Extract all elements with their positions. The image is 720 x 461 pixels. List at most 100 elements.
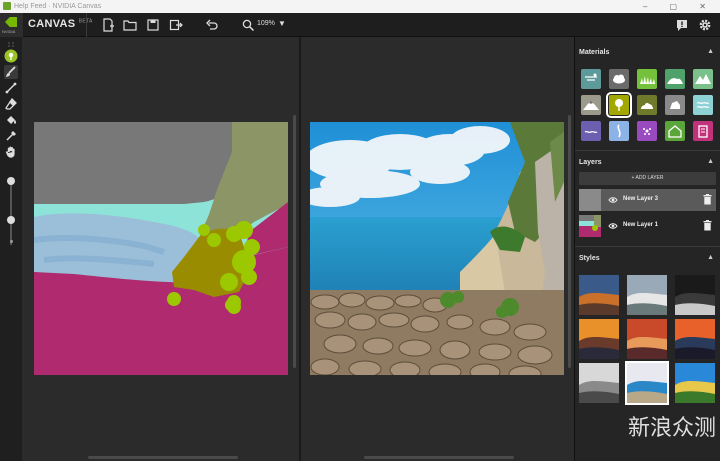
material-flower-button[interactable] (637, 121, 657, 141)
left-horizontal-scrollbar[interactable] (88, 456, 238, 459)
material-house-button[interactable] (665, 121, 685, 141)
layer-thumbnail (579, 215, 601, 237)
help-icon[interactable] (675, 18, 689, 32)
app-icon (3, 2, 11, 10)
style-thumbnail[interactable] (625, 361, 669, 405)
material-sky-button[interactable] (581, 69, 601, 89)
layers-collapse-icon[interactable]: ▲ (707, 158, 714, 165)
style-thumbnail[interactable] (675, 363, 715, 403)
new-file-icon[interactable] (101, 18, 115, 32)
export-icon[interactable] (169, 18, 183, 32)
tool-sidebar (0, 37, 22, 461)
app-name: CANVAS BETA (28, 18, 93, 30)
delete-layer-icon[interactable] (703, 220, 712, 231)
material-cloud-button[interactable] (609, 69, 629, 89)
brush-size-slider[interactable] (10, 179, 12, 245)
hand-pan-icon[interactable] (4, 145, 18, 159)
material-grass-button[interactable] (637, 69, 657, 89)
material-brush-icon[interactable] (4, 49, 18, 63)
generated-image (310, 122, 564, 375)
sky-icon (585, 73, 597, 81)
material-mountain-button[interactable] (693, 69, 713, 89)
materials-header: Materials (579, 49, 610, 56)
grip-icon (4, 38, 18, 47)
left-vertical-scrollbar[interactable] (293, 115, 296, 368)
materials-collapse-icon[interactable]: ▲ (707, 48, 714, 55)
brand-sub: NVIDIA (2, 29, 16, 34)
style-thumbnail[interactable] (675, 319, 715, 359)
flower-icon (643, 128, 651, 135)
open-folder-icon[interactable] (123, 18, 137, 32)
window-titlebar: Help Feed · NVIDIA Canvas – ▢ ✕ (0, 0, 720, 13)
style-thumbnail[interactable] (675, 275, 715, 315)
paintbrush-icon[interactable] (4, 65, 18, 79)
layer-item[interactable]: New Layer 1 (579, 215, 716, 237)
slider-min-dot (9, 240, 13, 243)
layer-item-active[interactable]: New Layer 3 (579, 189, 716, 211)
window-title: Help Feed · NVIDIA Canvas (14, 3, 102, 10)
material-bush-button[interactable] (637, 95, 657, 115)
sea-icon (584, 130, 598, 134)
visibility-eye-icon[interactable] (608, 221, 618, 231)
right-horizontal-scrollbar[interactable] (364, 456, 514, 459)
brush-size-knob[interactable] (7, 177, 15, 185)
toolbar-divider (86, 13, 87, 37)
brush-opacity-knob[interactable] (7, 216, 15, 224)
fill-bucket-icon[interactable] (4, 113, 18, 127)
zoom-icon[interactable] (241, 18, 255, 32)
drawing-canvas[interactable] (34, 122, 288, 375)
material-building-button[interactable] (693, 121, 713, 141)
bush-icon (641, 102, 653, 109)
nvidia-logo: NVIDIA (0, 13, 23, 37)
line-tool-icon[interactable] (4, 81, 18, 95)
styles-header: Styles (579, 255, 600, 262)
panel-divider (575, 246, 720, 247)
watermark: 新浪众测 (628, 416, 717, 441)
house-icon (668, 125, 682, 138)
app-name-text: CANVAS (28, 18, 76, 30)
panel-divider (575, 150, 720, 151)
visibility-eye-icon[interactable] (608, 195, 618, 205)
layers-header: Layers (579, 159, 602, 166)
window-controls[interactable]: – ▢ ✕ (643, 0, 716, 13)
tree-icon (615, 99, 623, 111)
layer-name: New Layer 3 (623, 196, 659, 202)
material-water-button[interactable] (693, 95, 713, 115)
style-thumbnail[interactable] (627, 319, 667, 359)
cloud-icon (613, 74, 625, 84)
water-icon (696, 102, 710, 108)
view-divider[interactable] (299, 37, 301, 461)
undo-icon[interactable] (205, 18, 219, 32)
styles-collapse-icon[interactable]: ▲ (707, 254, 714, 261)
add-layer-button[interactable]: + ADD LAYER (579, 172, 716, 185)
material-tree-button[interactable] (606, 92, 632, 118)
zoom-level[interactable]: 109% (257, 20, 275, 27)
material-snow-mountain-button[interactable] (581, 95, 601, 115)
right-panel: Materials ▲ Layers ▲ + ADD LAYER New Lay… (574, 37, 720, 461)
top-toolbar: NVIDIA CANVAS BETA 109% ▼ (0, 13, 720, 37)
material-rock-button[interactable] (665, 95, 685, 115)
style-thumbnail[interactable] (627, 275, 667, 315)
river-icon (617, 124, 621, 138)
rock-icon (670, 101, 680, 109)
hill-icon (667, 78, 683, 84)
layer-name: New Layer 1 (623, 222, 659, 228)
style-thumbnail[interactable] (579, 363, 619, 403)
eyedropper-icon[interactable] (4, 129, 18, 143)
nvidia-eye-icon (5, 17, 17, 27)
style-thumbnail[interactable] (579, 319, 619, 359)
settings-icon[interactable] (698, 18, 712, 32)
delete-layer-icon[interactable] (703, 194, 712, 205)
right-vertical-scrollbar[interactable] (568, 115, 571, 368)
material-sea-button[interactable] (581, 121, 601, 141)
layer-thumbnail (579, 189, 601, 211)
save-icon[interactable] (146, 18, 160, 32)
eraser-icon[interactable] (4, 97, 18, 111)
material-hill-button[interactable] (665, 69, 685, 89)
snow-mountain-icon (583, 100, 599, 110)
material-river-button[interactable] (609, 121, 629, 141)
building-icon (698, 125, 708, 138)
style-thumbnail[interactable] (579, 275, 619, 315)
zoom-dropdown-icon[interactable]: ▼ (278, 19, 286, 28)
mountain-icon (695, 74, 711, 84)
